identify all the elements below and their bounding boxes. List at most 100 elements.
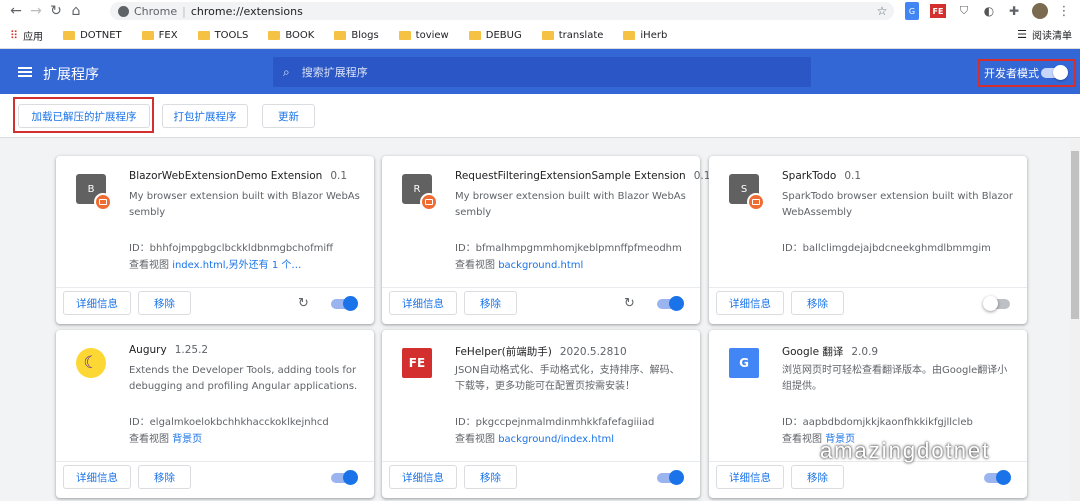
pack-extension-button[interactable]: 打包扩展程序 — [162, 104, 248, 128]
folder-icon — [541, 30, 554, 40]
extension-version: 0.1 — [330, 170, 348, 182]
id-label: ID： — [782, 417, 803, 428]
extensions-puzzle-icon[interactable]: ✚ — [1006, 2, 1022, 20]
extension-version: 2.0.9 — [851, 346, 879, 358]
extension-id: bhhfojmpgbgclbckkldbnmgbchofmiff — [149, 243, 334, 254]
bookmark-label: FEX — [158, 29, 178, 41]
bookmark-folder[interactable]: iHerb — [623, 30, 667, 41]
card-footer: 详细信息 移除 — [56, 461, 374, 498]
bookmark-folder[interactable]: Blogs — [334, 30, 379, 41]
bookmark-folder[interactable]: DEBUG — [468, 30, 522, 41]
inspect-view-link[interactable]: 背景页 — [172, 434, 202, 445]
bookmark-folder[interactable]: translate — [541, 30, 603, 41]
extensions-header: 扩展程序 ⌕ 搜索扩展程序 开发者模式 — [0, 49, 1080, 94]
card-footer: 详细信息 移除 ↻ — [56, 287, 374, 324]
folder-icon — [334, 30, 347, 40]
hamburger-menu-icon[interactable] — [18, 67, 32, 77]
back-icon[interactable]: ← — [6, 1, 26, 21]
bookmark-folder[interactable]: BOOK — [268, 30, 314, 41]
reload-icon[interactable]: ↻ — [46, 1, 66, 21]
extension-id: elgalmkoelokbchhkhacckoklkejnhcd — [149, 417, 329, 428]
extension-card: B BlazorWebExtensionDemo Extension 0.1 My b… — [56, 156, 374, 324]
extension-name: FeHelper(前端助手) — [455, 346, 552, 358]
extension-enable-toggle[interactable] — [331, 470, 358, 485]
inspect-views-row: 查看视图 index.html,另外还有 1 个… — [129, 256, 301, 271]
inspect-view-link[interactable]: index.html,另外还有 1 个… — [172, 260, 301, 271]
reload-extension-icon[interactable]: ↻ — [298, 296, 309, 311]
forward-icon[interactable]: → — [26, 1, 46, 21]
details-button[interactable]: 详细信息 — [63, 465, 131, 489]
search-input[interactable]: ⌕ 搜索扩展程序 — [273, 57, 811, 87]
extension-card: S SparkTodo 0.1 SparkTodo browser extension… — [709, 156, 1027, 324]
icon-glyph: S — [740, 183, 748, 195]
views-label: 查看视图 — [129, 260, 169, 271]
scrollbar[interactable] — [1070, 139, 1080, 501]
remove-button[interactable]: 移除 — [138, 291, 191, 315]
shield-ext-icon[interactable]: ⛉ — [957, 2, 971, 20]
dev-mode-toggle[interactable] — [1041, 65, 1068, 80]
icon-glyph: B — [87, 183, 95, 195]
extension-enable-toggle[interactable] — [657, 470, 684, 485]
fehelper-ext-icon[interactable]: FE — [930, 4, 946, 18]
details-button[interactable]: 详细信息 — [63, 291, 131, 315]
folder-icon — [197, 30, 210, 40]
extension-enable-toggle[interactable] — [983, 296, 1010, 311]
dev-mode-control: 开发者模式 — [978, 59, 1076, 87]
bookmark-apps[interactable]: ⠿ 应用 — [10, 28, 43, 43]
details-button[interactable]: 详细信息 — [389, 465, 457, 489]
remove-button[interactable]: 移除 — [791, 465, 844, 489]
search-placeholder: 搜索扩展程序 — [301, 66, 368, 79]
extension-id-row: ID：elgalmkoelokbchhkhacckoklkejnhcd — [129, 413, 329, 428]
update-button[interactable]: 更新 — [262, 104, 315, 128]
extension-version: 0.1 — [844, 170, 862, 182]
remove-button[interactable]: 移除 — [464, 291, 517, 315]
bookmark-folder[interactable]: TOOLS — [197, 29, 249, 41]
bookmark-label: 应用 — [23, 31, 44, 43]
extension-enable-toggle[interactable] — [984, 470, 1011, 485]
id-label: ID： — [129, 417, 150, 428]
extension-id: ballclimgdejajbdcneekghmdlbmmgim — [802, 243, 991, 254]
more-menu-icon[interactable]: ⋮ — [1058, 2, 1071, 20]
extension-name-row: SparkTodo 0.1 — [782, 170, 861, 182]
extension-description: JSON自动格式化、手动格式化，支持排序、解码、下载等，更多功能可在配置页按需安… — [455, 365, 680, 392]
inspect-views-row: 查看视图 background/index.html — [455, 430, 614, 445]
inspect-view-link[interactable]: background.html — [498, 260, 583, 271]
bookmark-folder[interactable]: toview — [398, 30, 449, 41]
extension-card: ☾ Augury 1.25.2 Extends the Developer Tools… — [56, 330, 374, 498]
details-button[interactable]: 详细信息 — [716, 291, 784, 315]
bookmark-label: BOOK — [285, 29, 315, 41]
bookmark-folder[interactable]: DOTNET — [63, 30, 122, 41]
extension-name: Google 翻译 — [782, 346, 844, 358]
extension-enable-toggle[interactable] — [657, 296, 684, 311]
bookmark-label: iHerb — [640, 29, 668, 41]
extension-name: RequestFilteringExtensionSample Extensio… — [455, 170, 686, 182]
home-icon[interactable]: ⌂ — [66, 1, 86, 21]
inspect-views-row: 查看视图 background.html — [455, 256, 583, 271]
toggle-knob — [669, 296, 684, 311]
scrollbar-thumb[interactable] — [1071, 151, 1079, 319]
inspect-view-link[interactable]: background/index.html — [498, 434, 614, 445]
bookmark-folder[interactable]: FEX — [141, 29, 178, 41]
star-icon[interactable]: ☆ — [873, 2, 891, 20]
reload-extension-icon[interactable]: ↻ — [624, 296, 635, 311]
extension-name-row: FeHelper(前端助手) 2020.5.2810 — [455, 344, 627, 359]
extension-id-row: ID：bfmalhmpgmmhomjkeblpmnffpfmeodhm — [455, 239, 682, 254]
extension-id: pkgccpejnmalmdinmhkkfafefagiiiad — [475, 417, 655, 428]
extension-enable-toggle[interactable] — [331, 296, 358, 311]
profile-avatar[interactable] — [1032, 3, 1048, 19]
address-bar[interactable]: Chrome | chrome://extensions — [110, 2, 894, 20]
bookmark-label: TOOLS — [214, 29, 249, 41]
details-button[interactable]: 详细信息 — [716, 465, 784, 489]
extension-name-row: BlazorWebExtensionDemo Extension 0.1 — [129, 170, 347, 182]
card-footer: 详细信息 移除 — [382, 461, 700, 498]
details-button[interactable]: 详细信息 — [389, 291, 457, 315]
dark-mode-ext-icon[interactable]: ◐ — [982, 2, 996, 20]
reading-list[interactable]: ☰ 阅读清单 — [1017, 27, 1072, 42]
google-translate-ext-icon[interactable]: G — [905, 2, 919, 20]
remove-button[interactable]: 移除 — [791, 291, 844, 315]
remove-button[interactable]: 移除 — [138, 465, 191, 489]
remove-button[interactable]: 移除 — [464, 465, 517, 489]
chrome-logo-icon — [118, 5, 129, 17]
load-unpacked-button[interactable]: 加载已解压的扩展程序 — [18, 104, 150, 128]
folder-icon — [63, 30, 76, 40]
